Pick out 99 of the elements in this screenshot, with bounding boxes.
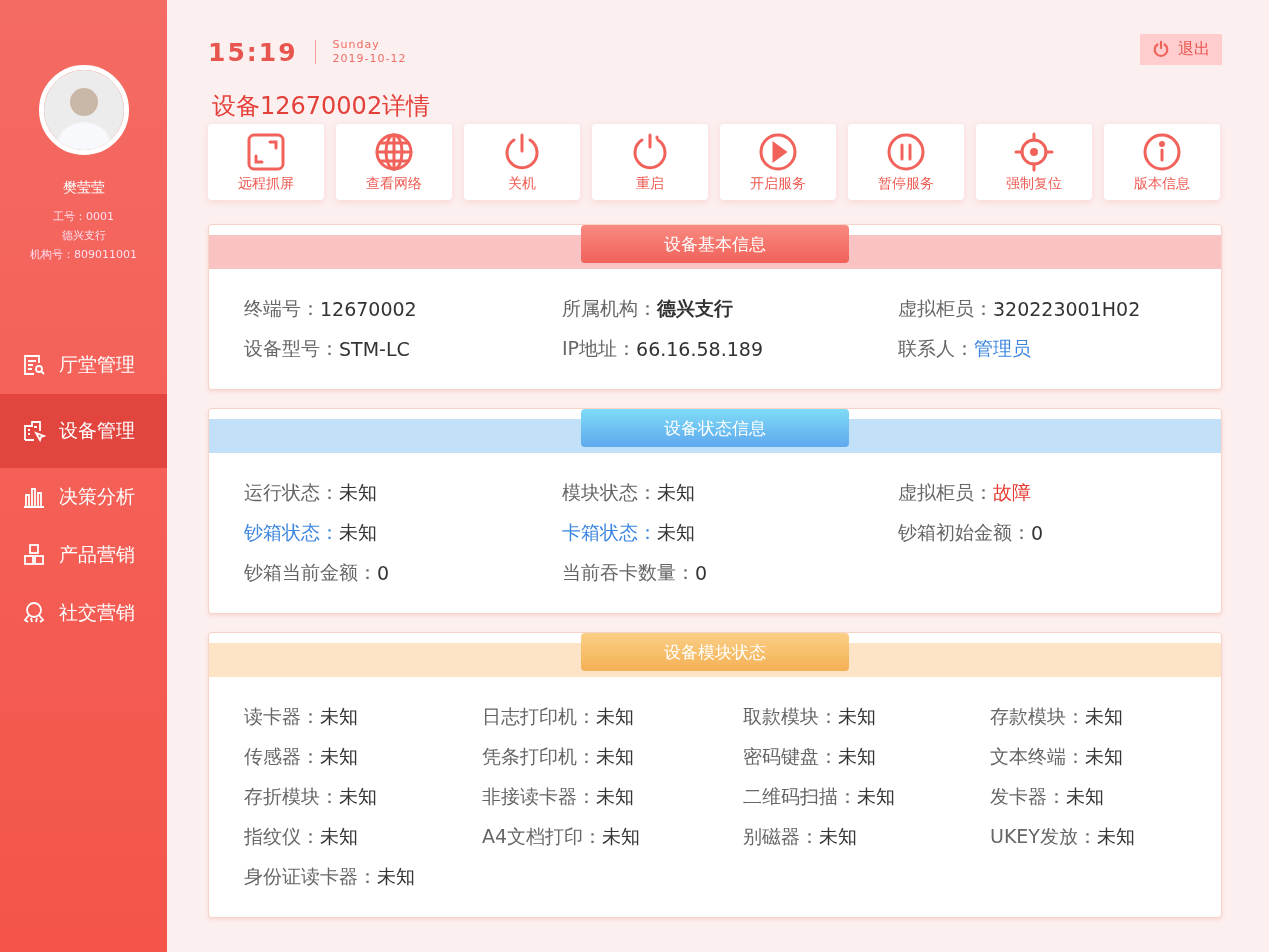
field-value: 未知	[320, 704, 358, 729]
building-cursor-icon	[22, 419, 46, 443]
field-label: 发卡器：	[990, 784, 1066, 809]
field-label: 卡箱状态：	[562, 520, 657, 545]
people-icon	[22, 601, 46, 625]
field-value: 未知	[838, 704, 876, 729]
action-button[interactable]: 强制复位	[976, 124, 1092, 200]
field-value: 未知	[602, 824, 641, 849]
field-label: 读卡器：	[244, 704, 320, 729]
field-value: 未知	[838, 744, 876, 769]
nav-item[interactable]: 产品营销	[0, 526, 167, 584]
action-button[interactable]: 查看网络	[336, 124, 452, 200]
field-label: 联系人：	[898, 336, 974, 361]
field-value: STM-LC	[339, 338, 410, 360]
field-value: 未知	[339, 784, 377, 809]
action-button[interactable]: 远程抓屏	[208, 124, 324, 200]
weekday: Sunday	[332, 38, 381, 52]
user-info: 德兴支行	[61, 228, 106, 244]
field-value: 66.16.58.189	[636, 338, 763, 360]
field-label: 传感器：	[244, 744, 320, 769]
user-name: 樊莹莹	[62, 179, 105, 197]
field-label: 凭条打印机：	[482, 744, 596, 769]
field-value: 未知	[320, 744, 358, 769]
action-button[interactable]: 关机	[464, 124, 580, 200]
field-value: 未知	[657, 480, 695, 505]
bar-chart-icon	[22, 485, 46, 509]
play-icon	[758, 131, 798, 172]
field-label: 别磁器：	[743, 824, 819, 849]
field-value: 未知	[596, 704, 634, 729]
field-label: 非接读卡器：	[482, 784, 596, 809]
field-label: 取款模块：	[743, 704, 838, 729]
nav-item[interactable]: 决策分析	[0, 468, 167, 526]
field-value: 未知	[339, 520, 377, 545]
field-label: 密码键盘：	[743, 744, 838, 769]
field-label: 存折模块：	[244, 784, 339, 809]
field-label: 终端号：	[244, 296, 320, 321]
date: 2019-10-12	[332, 52, 407, 66]
action-button[interactable]: 版本信息	[1104, 124, 1220, 200]
field-value: 0	[377, 562, 390, 584]
field-label: 运行状态：	[244, 480, 339, 505]
field-value: 0	[695, 562, 708, 584]
field-value: 未知	[1097, 824, 1135, 849]
user-info: 机构号：809011001	[30, 247, 137, 263]
field-label: 钞箱状态：	[244, 520, 339, 545]
field-value: 12670002	[320, 298, 417, 320]
nav-item[interactable]: 设备管理	[0, 394, 167, 468]
section-title: 设备基本信息	[581, 225, 849, 263]
field-value: 未知	[857, 784, 895, 809]
action-button[interactable]: 开启服务	[720, 124, 836, 200]
field-value: 未知	[596, 784, 634, 809]
field-value: 故障	[993, 480, 1031, 505]
globe-icon	[374, 131, 414, 172]
field-label: 钞箱初始金额：	[898, 520, 1031, 545]
field-label: IP地址：	[562, 336, 637, 361]
document-search-icon	[22, 353, 46, 377]
field-label: 钞箱当前金额：	[244, 560, 377, 585]
expand-icon	[246, 131, 286, 172]
field-label: 设备型号：	[244, 336, 339, 361]
field-label: 所属机构：	[562, 296, 657, 321]
field-value: 320223001H02	[993, 298, 1141, 320]
field-label: 存款模块：	[990, 704, 1085, 729]
logout-button[interactable]: 退出	[1140, 33, 1222, 65]
field-label: 日志打印机：	[482, 704, 596, 729]
nav-item[interactable]: 厅堂管理	[0, 336, 167, 394]
contact-link[interactable]: 管理员	[974, 336, 1031, 362]
field-label: UKEY发放：	[990, 824, 1097, 849]
field-label: A4文档打印：	[482, 824, 603, 849]
field-value: 未知	[320, 824, 358, 849]
squares-icon	[22, 543, 46, 567]
field-value: 未知	[657, 520, 695, 545]
field-label: 虚拟柜员：	[898, 296, 993, 321]
crosshair-icon	[1014, 131, 1054, 172]
field-value: 未知	[339, 480, 377, 505]
action-button[interactable]: 重启	[592, 124, 708, 200]
pause-icon	[886, 131, 926, 172]
field-label: 虚拟柜员：	[898, 480, 993, 505]
field-label: 当前吞卡数量：	[562, 560, 695, 585]
info-icon	[1142, 131, 1182, 172]
section-title: 设备状态信息	[581, 409, 849, 447]
field-label: 模块状态：	[562, 480, 657, 505]
user-info: 工号：0001	[53, 209, 114, 225]
action-button[interactable]: 暂停服务	[848, 124, 964, 200]
field-label: 指纹仪：	[244, 824, 320, 849]
field-label: 二维码扫描：	[743, 784, 857, 809]
section-title: 设备模块状态	[581, 633, 849, 671]
field-value: 未知	[596, 744, 634, 769]
field-value: 0	[1031, 522, 1044, 544]
power-icon	[1152, 40, 1170, 58]
field-value: 德兴支行	[657, 296, 733, 321]
field-value: 未知	[1085, 704, 1123, 729]
nav-item[interactable]: 社交营销	[0, 584, 167, 642]
field-value: 未知	[377, 864, 415, 889]
page-title: 设备12670002详情	[212, 91, 432, 122]
field-value: 未知	[1085, 744, 1123, 769]
field-label: 文本终端：	[990, 744, 1085, 769]
field-value: 未知	[819, 824, 857, 849]
field-value: 未知	[1066, 784, 1104, 809]
field-label: 身份证读卡器：	[244, 864, 377, 889]
clock-time: 15:19	[208, 37, 298, 67]
